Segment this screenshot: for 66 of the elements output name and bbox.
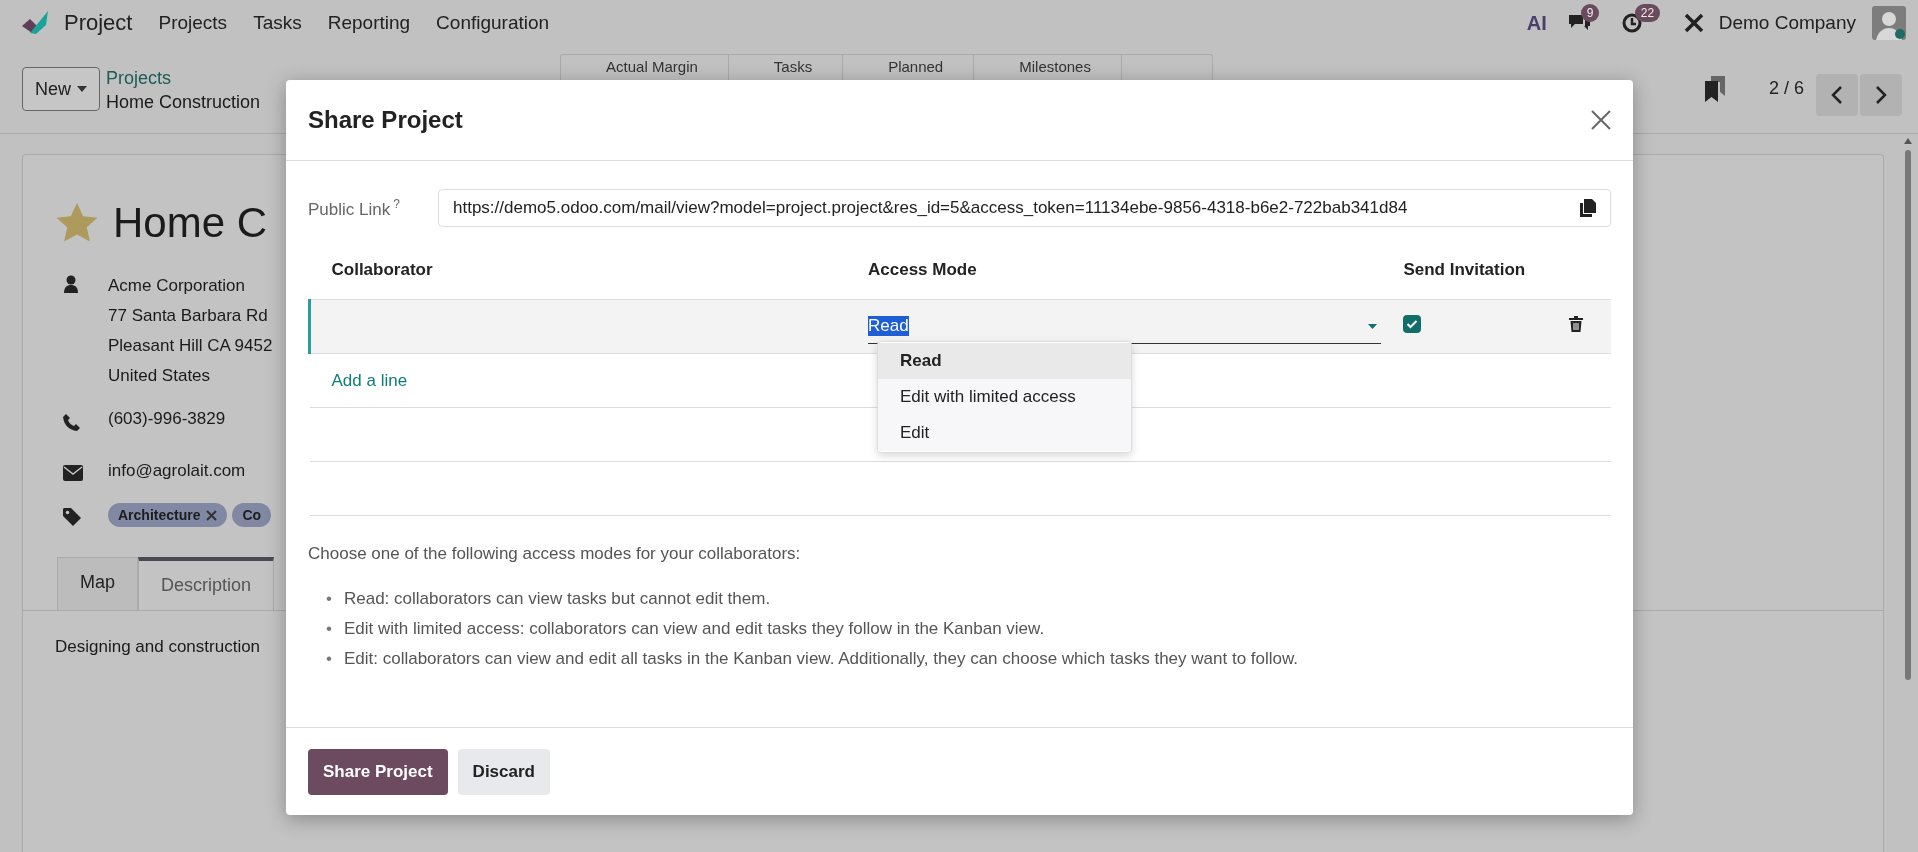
email-address: info@agrolait.com: [108, 461, 246, 481]
dropdown-option[interactable]: Edit: [878, 415, 1131, 451]
company-name[interactable]: Demo Company: [1718, 12, 1856, 34]
copy-icon[interactable]: [1580, 199, 1596, 217]
selected-text: Read: [868, 316, 909, 336]
star-icon[interactable]: [55, 202, 99, 244]
person-icon: [63, 275, 79, 293]
close-icon[interactable]: [1591, 110, 1611, 130]
column-header: Collaborator: [331, 260, 433, 279]
share-button[interactable]: Share Project: [308, 748, 448, 795]
list-bullet: •: [326, 648, 332, 670]
help-list-item: Edit with limited access: collaborators can view and edit tasks they follow in the Kanban view.: [343, 618, 1045, 640]
menu-item[interactable]: Projects: [158, 12, 228, 34]
address-line: 77 Santa Barbara Rd: [108, 305, 268, 327]
tag-icon: [63, 507, 83, 527]
breadcrumb-link[interactable]: Projects: [106, 66, 261, 90]
menu-item[interactable]: Configuration: [436, 12, 550, 34]
phone-icon: [63, 413, 81, 431]
trash-icon[interactable]: [1569, 316, 1584, 332]
activity-count-badge: 22: [1634, 4, 1661, 22]
envelope-icon: [63, 465, 83, 481]
caret-icon: [77, 86, 87, 92]
user-avatar[interactable]: [1872, 6, 1906, 40]
new-button[interactable]: New: [22, 67, 100, 111]
ai-button[interactable]: AI: [1526, 11, 1547, 35]
address-line: United States: [108, 365, 211, 387]
dropdown-option[interactable]: Read: [878, 343, 1131, 379]
app-name[interactable]: Project: [64, 10, 133, 36]
remove-icon[interactable]: [206, 509, 218, 521]
tag-chip[interactable]: Co: [232, 503, 272, 527]
notebook-tab[interactable]: Description: [138, 557, 275, 610]
column-header: Access Mode: [868, 260, 977, 279]
address-line: Acme Corporation: [108, 275, 245, 297]
list-bullet: •: [326, 588, 332, 610]
breadcrumb-current: Home Construction: [106, 91, 261, 114]
help-list-item: Read: collaborators can view tasks but cannot edit them.: [343, 588, 771, 610]
menu-item[interactable]: Reporting: [327, 12, 411, 34]
help-list-item: Edit: collaborators can view and edit all tasks in the Kanban view. Additionally, they can choose which tasks they want to follow.: [343, 648, 1299, 670]
dialog-title: Share Project: [308, 106, 463, 134]
next-button[interactable]: [1860, 74, 1902, 116]
list-bullet: •: [326, 618, 332, 640]
caret-icon: [1368, 323, 1378, 329]
help-mark[interactable]: ?: [393, 196, 400, 211]
message-count-badge: 9: [1580, 4, 1600, 22]
menu-item[interactable]: Tasks: [253, 12, 302, 34]
phone-number: (603)-996-3829: [108, 409, 226, 430]
help-text: Choose one of the following access modes for your collaborators:: [308, 544, 802, 564]
description-text: Designing and construction: [55, 637, 261, 657]
field-label: Public Link: [308, 199, 391, 219]
tools-icon[interactable]: [1682, 12, 1705, 34]
chevron-left-icon: [1831, 85, 1843, 105]
chevron-right-icon: [1875, 85, 1887, 105]
clock-icon[interactable]: [1620, 12, 1643, 34]
previous-button[interactable]: [1816, 74, 1858, 116]
address-line: Pleasant Hill CA 9452: [108, 335, 273, 357]
pager-value[interactable]: 2 / 6: [1768, 78, 1804, 99]
bookmark-icon[interactable]: [1704, 76, 1725, 102]
dropdown-option[interactable]: Edit with limited access: [878, 379, 1131, 415]
record-title: Home C: [113, 199, 268, 247]
discard-button[interactable]: Discard: [457, 748, 550, 795]
checkbox[interactable]: [1403, 315, 1422, 333]
link-field[interactable]: https://demo5.odoo.com/mail/view?model=project.project&res_id=5&access_token=11134ebe-9856-4318-b6e2-722bab341d84: [438, 189, 1611, 227]
add-line-link[interactable]: Add a line: [331, 370, 408, 390]
column-header: Send Invitation: [1403, 260, 1526, 279]
tag-chip[interactable]: Architecture: [108, 503, 228, 527]
notebook-tab[interactable]: Map: [57, 557, 138, 610]
